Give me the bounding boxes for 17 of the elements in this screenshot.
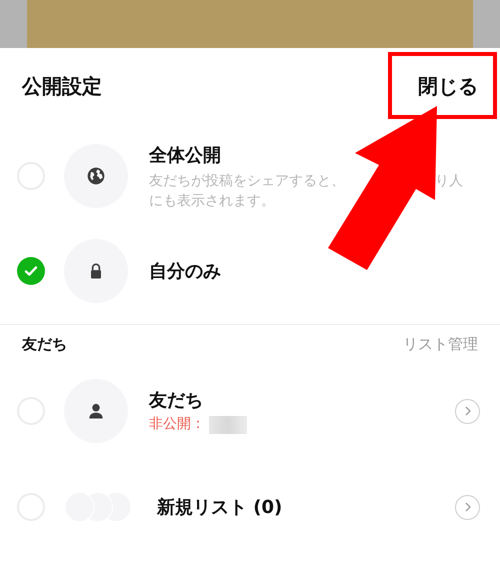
- option-title: 全体公開: [149, 144, 222, 168]
- chevron-right-icon: [464, 406, 472, 416]
- privacy-status: 非公開：: [149, 415, 205, 434]
- list-title: 友だち: [149, 389, 204, 413]
- close-button[interactable]: 閉じる: [418, 71, 478, 101]
- checked-radio[interactable]: [17, 257, 45, 285]
- option-description: り人: [435, 172, 463, 190]
- option-description: 友だちが投稿をシェアすると、: [149, 172, 345, 190]
- sheet-title: 公開設定: [22, 73, 102, 100]
- list-title: 新規リスト (0): [157, 496, 284, 520]
- chevron-button[interactable]: [455, 494, 480, 520]
- globe-icon: [86, 166, 106, 186]
- option-description: にも表示されます。: [149, 192, 276, 210]
- chevron-right-icon: [464, 502, 472, 512]
- chevron-button[interactable]: [455, 398, 480, 424]
- option-title: 自分のみ: [149, 260, 221, 284]
- section-title: 友だち: [22, 334, 67, 355]
